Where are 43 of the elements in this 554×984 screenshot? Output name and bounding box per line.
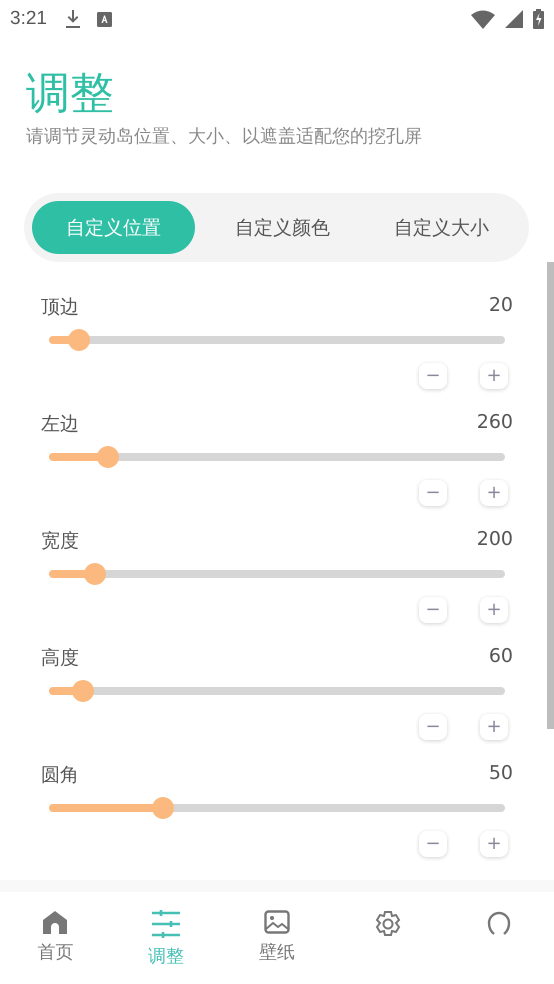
signal-icon (505, 10, 523, 28)
nav-item[interactable]: 首页 (0, 892, 111, 984)
image-icon (264, 910, 290, 934)
tab[interactable]: 自定义颜色 (203, 201, 362, 254)
nav-item[interactable]: 调整 (110, 892, 222, 984)
decrease-button[interactable]: − (419, 480, 447, 506)
increase-button[interactable]: + (480, 480, 508, 506)
decrease-button[interactable]: − (419, 597, 447, 623)
increase-button[interactable]: + (480, 714, 508, 740)
page-subtitle: 请调节灵动岛位置、大小、以遮盖适配您的挖孔屏 (26, 125, 423, 148)
slider-label: 顶边 (41, 295, 79, 320)
ring-icon (486, 910, 511, 936)
slider-value: 20 (488, 294, 513, 318)
slider-thumb[interactable] (97, 446, 120, 468)
tab[interactable]: 自定义大小 (362, 201, 521, 254)
increase-button[interactable]: + (480, 597, 508, 623)
slider-thumb[interactable] (84, 563, 106, 585)
home-icon (42, 910, 68, 934)
decrease-button[interactable]: − (419, 831, 447, 857)
status-time: 3:21 (10, 8, 47, 30)
slider-value: 50 (488, 762, 513, 786)
slider-value: 260 (476, 411, 513, 435)
slider-value: 200 (476, 528, 513, 552)
slider-label: 高度 (41, 646, 79, 671)
slider-label: 左边 (41, 412, 79, 437)
nav-item[interactable]: 壁纸 (222, 892, 332, 984)
slider-label: 圆角 (41, 763, 79, 788)
tab[interactable]: 自定义位置 (32, 201, 195, 254)
decrease-button[interactable]: − (419, 363, 447, 389)
slider-label: 宽度 (41, 529, 79, 554)
slider-thumb[interactable] (72, 680, 94, 702)
wifi-icon (471, 10, 495, 28)
decrease-button[interactable]: − (419, 714, 447, 740)
page-title: 调整 (26, 67, 115, 121)
slider-thumb[interactable] (152, 797, 174, 819)
sliders-icon (151, 910, 182, 938)
slider-thumb[interactable] (68, 329, 90, 351)
keyboard-icon (96, 12, 112, 26)
increase-button[interactable]: + (480, 363, 508, 389)
download-icon (64, 9, 81, 29)
slider-value: 60 (488, 645, 513, 669)
increase-button[interactable]: + (480, 831, 508, 857)
battery-icon (533, 9, 544, 29)
